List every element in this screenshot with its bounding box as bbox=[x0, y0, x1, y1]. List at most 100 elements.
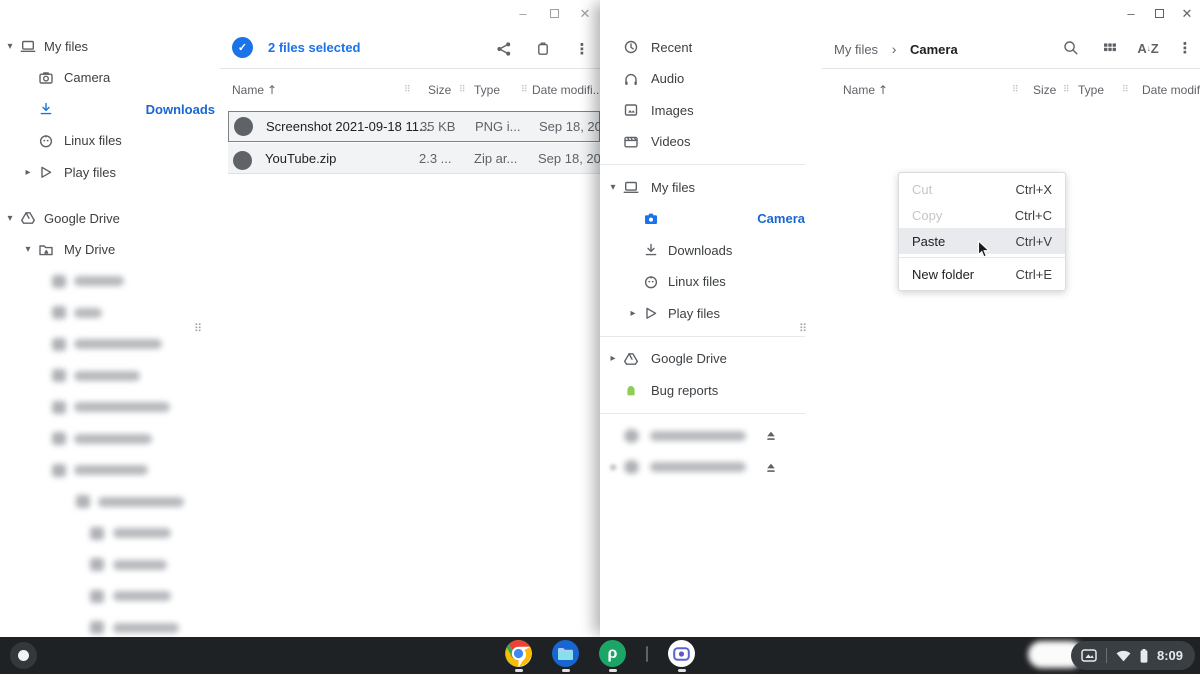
redacted-folder-item[interactable] bbox=[0, 392, 215, 424]
breadcrumb-parent[interactable]: My files bbox=[834, 42, 878, 57]
chevron-right-icon[interactable]: ▸ bbox=[608, 353, 618, 364]
tray-separator bbox=[1106, 648, 1107, 663]
chevron-down-icon[interactable]: ▾ bbox=[5, 213, 15, 224]
sidebar-item-play-files[interactable]: ▸ Play files bbox=[600, 298, 805, 330]
table-row[interactable]: ✓ YouTube.zip 2.3 ... Zip ar... Sep 18, … bbox=[228, 143, 600, 174]
column-resize-handle[interactable]: ⠿ bbox=[1063, 85, 1070, 95]
redacted-usb-device[interactable]: ▸ bbox=[600, 452, 805, 484]
redacted-folder-item[interactable] bbox=[0, 360, 215, 392]
redacted-folder-item[interactable] bbox=[0, 455, 215, 487]
redacted-folder-item[interactable] bbox=[0, 266, 215, 298]
chevron-down-icon[interactable]: ▾ bbox=[608, 182, 618, 193]
sidebar-item-my-drive[interactable]: ▾ My Drive bbox=[0, 234, 215, 266]
running-indicator bbox=[562, 669, 570, 672]
sidebar-item-downloads[interactable]: Downloads bbox=[0, 94, 215, 126]
sidebar-item-my-files[interactable]: ▾ My files bbox=[600, 172, 805, 204]
column-resize-handle[interactable]: ⠿ bbox=[404, 85, 411, 95]
running-indicator bbox=[678, 669, 686, 672]
sort-ascending-icon[interactable]: ↑ bbox=[878, 83, 888, 97]
redacted-folder-item[interactable] bbox=[0, 486, 215, 518]
chevron-right-icon: › bbox=[892, 41, 897, 57]
sidebar-item-camera[interactable]: Camera bbox=[600, 203, 805, 235]
column-resize-handle[interactable]: ⠿ bbox=[1122, 85, 1129, 95]
maximize-icon[interactable] bbox=[1152, 6, 1166, 20]
breadcrumb: My files › Camera bbox=[834, 41, 958, 57]
maximize-icon[interactable] bbox=[547, 6, 561, 20]
sidebar-item-google-drive[interactable]: ▾ Google Drive bbox=[0, 203, 215, 235]
column-date[interactable]: Date modifi... bbox=[532, 83, 600, 97]
column-size[interactable]: Size bbox=[428, 83, 451, 97]
shelf: ρ 8:09 bbox=[0, 637, 1200, 674]
table-row[interactable]: ✓ Screenshot 2021-09-18 11... 35 KB PNG … bbox=[228, 111, 600, 142]
chevron-right-icon[interactable]: ▸ bbox=[609, 462, 619, 473]
shelf-item-p-app[interactable]: ρ bbox=[599, 640, 626, 672]
selection-count-label: 2 files selected bbox=[268, 40, 361, 55]
minimize-icon[interactable]: – bbox=[1124, 6, 1138, 20]
sidebar-item-linux-files[interactable]: Linux files bbox=[0, 125, 215, 157]
right-titlebar: – ✕ bbox=[600, 0, 1200, 28]
minimize-icon[interactable]: – bbox=[516, 6, 530, 20]
sidebar-item-recent[interactable]: Recent bbox=[600, 32, 805, 64]
sidebar-item-downloads[interactable]: Downloads bbox=[600, 235, 805, 267]
selection-check-icon[interactable]: ✓ bbox=[232, 37, 253, 58]
redacted-folder-item[interactable] bbox=[0, 518, 215, 550]
launcher-button[interactable] bbox=[10, 642, 37, 669]
redacted-folder-item[interactable] bbox=[0, 329, 215, 361]
sidebar-resize-handle[interactable]: ⠿ bbox=[194, 322, 202, 335]
close-icon[interactable]: ✕ bbox=[1180, 6, 1194, 20]
row-check-icon[interactable]: ✓ bbox=[233, 151, 252, 170]
shelf-item-screen-capture[interactable] bbox=[668, 640, 695, 672]
eject-icon[interactable] bbox=[764, 461, 780, 477]
column-type[interactable]: Type bbox=[474, 83, 500, 97]
files-window-left: – ✕ ▾ My files Camera bbox=[0, 0, 600, 637]
redacted-folder-item[interactable] bbox=[0, 581, 215, 613]
left-file-pane: ✓ 2 files selected ⋮ Name ↑ ⠿ Size ⠿ Typ… bbox=[215, 28, 600, 637]
more-menu-icon[interactable]: ⋮ bbox=[1174, 37, 1196, 59]
video-icon bbox=[623, 134, 639, 150]
close-icon[interactable]: ✕ bbox=[578, 6, 592, 20]
status-tray[interactable]: 8:09 bbox=[1071, 641, 1195, 670]
column-name[interactable]: Name bbox=[232, 83, 264, 97]
grid-view-icon[interactable] bbox=[1099, 37, 1121, 59]
menu-item-new-folder[interactable]: New folder Ctrl+E bbox=[899, 261, 1065, 287]
shelf-item-chrome[interactable] bbox=[505, 640, 532, 672]
sidebar-item-linux-files[interactable]: Linux files bbox=[600, 266, 805, 298]
redacted-usb-device[interactable] bbox=[600, 420, 805, 452]
sidebar-item-play-files[interactable]: ▸ Play files bbox=[0, 157, 215, 189]
chevron-right-icon[interactable]: ▸ bbox=[23, 167, 33, 178]
sidebar-item-google-drive[interactable]: ▸ Google Drive bbox=[600, 343, 805, 375]
eject-icon[interactable] bbox=[764, 429, 780, 445]
sidebar-item-my-files[interactable]: ▾ My files bbox=[0, 31, 215, 63]
search-icon[interactable] bbox=[1060, 37, 1082, 59]
sidebar-item-videos[interactable]: Videos bbox=[600, 126, 805, 158]
sidebar-item-images[interactable]: Images bbox=[600, 95, 805, 127]
more-menu-icon[interactable]: ⋮ bbox=[571, 38, 593, 60]
sort-ascending-icon[interactable]: ↑ bbox=[267, 83, 277, 97]
sidebar-resize-handle[interactable]: ⠿ bbox=[799, 322, 807, 335]
column-date[interactable]: Date modifi... bbox=[1142, 83, 1200, 97]
share-icon[interactable] bbox=[493, 38, 515, 60]
sort-az-icon[interactable]: A↓Z bbox=[1137, 37, 1159, 59]
redacted-folder-item[interactable] bbox=[0, 423, 215, 455]
sidebar-item-audio[interactable]: Audio bbox=[600, 63, 805, 95]
column-resize-handle[interactable]: ⠿ bbox=[521, 85, 528, 95]
redacted-folder-item[interactable] bbox=[0, 297, 215, 329]
column-resize-handle[interactable]: ⠿ bbox=[459, 85, 466, 95]
column-resize-handle[interactable]: ⠿ bbox=[1012, 85, 1019, 95]
column-type[interactable]: Type bbox=[1078, 83, 1104, 97]
sidebar-item-camera[interactable]: Camera bbox=[0, 62, 215, 94]
chevron-right-icon[interactable]: ▸ bbox=[628, 308, 638, 319]
sidebar-item-bug-reports[interactable]: Bug reports bbox=[600, 375, 805, 407]
download-icon bbox=[643, 242, 659, 258]
redacted-folder-item[interactable] bbox=[0, 612, 215, 637]
chevron-down-icon[interactable]: ▾ bbox=[23, 244, 33, 255]
trash-icon[interactable] bbox=[532, 38, 554, 60]
chevron-down-icon[interactable]: ▾ bbox=[5, 41, 15, 52]
column-size[interactable]: Size bbox=[1033, 83, 1056, 97]
row-check-icon[interactable]: ✓ bbox=[234, 117, 253, 136]
redacted-folder-item[interactable] bbox=[0, 549, 215, 581]
column-name[interactable]: Name bbox=[843, 83, 875, 97]
shelf-item-files[interactable] bbox=[552, 640, 579, 672]
breadcrumb-current[interactable]: Camera bbox=[910, 42, 958, 57]
image-icon bbox=[623, 102, 639, 118]
